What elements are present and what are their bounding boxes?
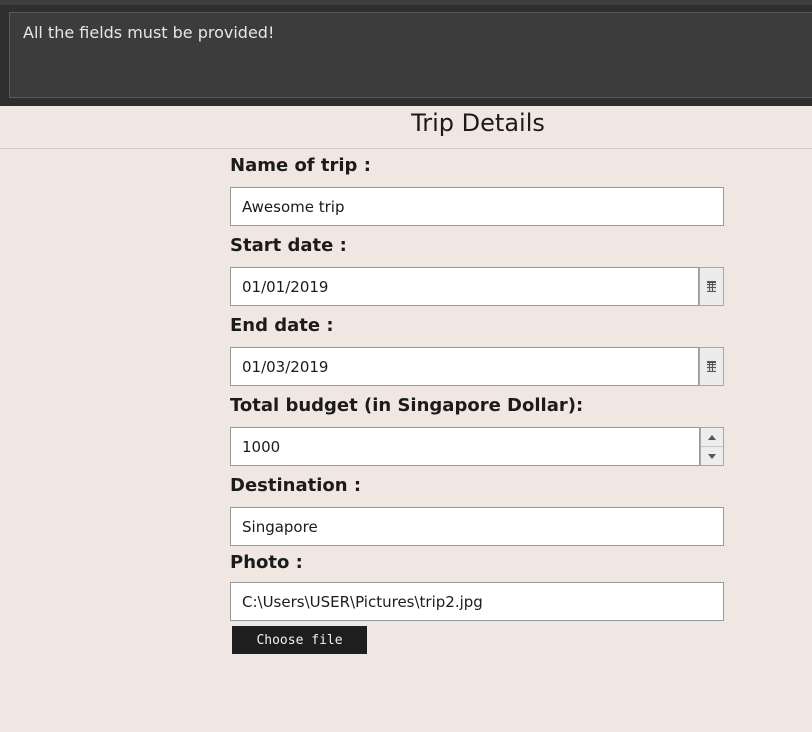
error-message: All the fields must be provided! xyxy=(23,23,275,42)
budget-value: 1000 xyxy=(242,438,281,456)
message-box: All the fields must be provided! xyxy=(9,12,812,98)
destination-input[interactable]: Singapore xyxy=(230,507,724,546)
start-date-picker-button[interactable] xyxy=(699,267,724,306)
photo-path-value: C:\Users\USER\Pictures\trip2.jpg xyxy=(242,593,483,611)
photo-path-input[interactable]: C:\Users\USER\Pictures\trip2.jpg xyxy=(230,582,724,621)
decrement-button[interactable] xyxy=(701,447,723,465)
start-date-value: 01/01/2019 xyxy=(242,278,329,296)
budget-label: Total budget (in Singapore Dollar): xyxy=(230,395,584,416)
photo-label: Photo : xyxy=(230,552,303,573)
chevron-up-icon xyxy=(708,434,716,440)
end-date-picker-button[interactable] xyxy=(699,347,724,386)
destination-value: Singapore xyxy=(242,518,318,536)
increment-button[interactable] xyxy=(701,428,723,447)
choose-file-button[interactable]: Choose file xyxy=(232,626,367,654)
destination-label: Destination : xyxy=(230,475,362,496)
title-divider xyxy=(0,148,812,149)
page-title: Trip Details xyxy=(411,109,545,137)
budget-input[interactable]: 1000 xyxy=(230,427,700,466)
end-date-value: 01/03/2019 xyxy=(242,358,329,376)
message-bar: All the fields must be provided! xyxy=(0,0,812,106)
calendar-icon xyxy=(707,361,716,372)
end-date-input[interactable]: 01/03/2019 xyxy=(230,347,699,386)
name-value: Awesome trip xyxy=(242,198,345,216)
chevron-down-icon xyxy=(708,453,716,459)
end-date-label: End date : xyxy=(230,315,334,336)
top-edge xyxy=(0,0,812,5)
name-label: Name of trip : xyxy=(230,155,371,176)
name-input[interactable]: Awesome trip xyxy=(230,187,724,226)
start-date-label: Start date : xyxy=(230,235,347,256)
start-date-input[interactable]: 01/01/2019 xyxy=(230,267,699,306)
budget-stepper[interactable] xyxy=(700,427,724,466)
calendar-icon xyxy=(707,281,716,292)
